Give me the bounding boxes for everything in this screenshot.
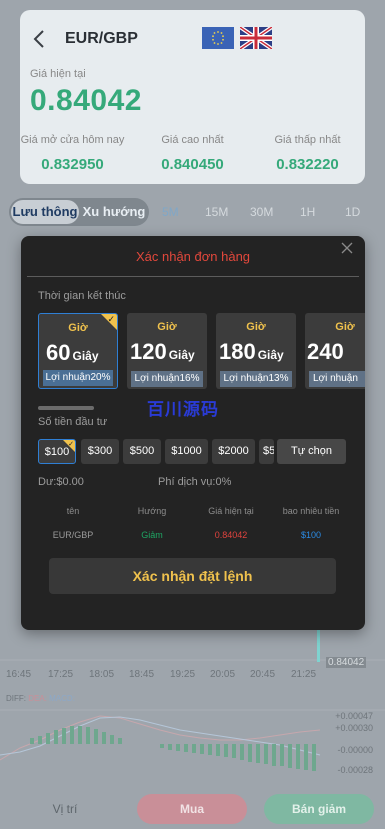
open-price-value: 0.832950 bbox=[41, 156, 104, 173]
open-price-label: Giá mở cửa hôm nay bbox=[20, 134, 125, 146]
uk-flag-icon bbox=[238, 25, 274, 51]
summary-value-amount: $100 bbox=[300, 530, 322, 540]
high-price-label: Giá cao nhất bbox=[161, 134, 224, 146]
view-segment: Lưu thông Xu hướng bbox=[9, 198, 149, 226]
time-label: 18:05 bbox=[89, 669, 115, 680]
time-option-unit: Giờ bbox=[157, 321, 177, 333]
macd-diff-label: DIFF: bbox=[6, 694, 26, 703]
amount-option-300[interactable]: $300 bbox=[81, 439, 119, 464]
watermark-text: 百川源码 bbox=[147, 400, 219, 419]
price-tag: 0.84042 bbox=[326, 657, 367, 668]
macd-legend: DIFF: DEA: MACD: bbox=[6, 694, 75, 703]
high-price-stat: Giá cao nhất 0.840450 bbox=[135, 134, 250, 173]
time-label: 17:25 bbox=[48, 669, 74, 680]
tab-circulation[interactable]: Lưu thông bbox=[11, 200, 79, 224]
amount-option-5000[interactable]: $5000 bbox=[259, 439, 274, 464]
summary-header-direction: Hướng bbox=[137, 506, 167, 516]
high-price-value: 0.840450 bbox=[161, 156, 224, 173]
latest-candle bbox=[317, 630, 320, 662]
time-label: 19:25 bbox=[170, 669, 196, 680]
low-price-stat: Giá thấp nhất 0.832220 bbox=[250, 134, 365, 173]
quote-card: EUR/GBP Giá hiện tại 0.84042 Giá mở cửa … bbox=[20, 10, 365, 184]
order-confirm-modal: Xác nhận đơn hàng Thời gian kết thúc Giờ… bbox=[21, 236, 365, 630]
summary-header-name: tên bbox=[66, 506, 80, 516]
timeframe-5m[interactable]: 5M bbox=[162, 205, 179, 219]
timeframe-1d[interactable]: 1D bbox=[345, 205, 360, 219]
summary-value-price: 0.84042 bbox=[214, 530, 248, 540]
macd-macd-label: MACD: bbox=[49, 694, 75, 703]
close-icon[interactable] bbox=[339, 240, 355, 256]
modal-divider bbox=[27, 276, 359, 277]
modal-title: Xác nhận đơn hàng bbox=[135, 249, 251, 264]
time-option-profit: Lợi nhuận bbox=[309, 371, 365, 387]
amount-option-500[interactable]: $500 bbox=[123, 439, 161, 464]
summary-header-price: Giá hiện tại bbox=[208, 506, 254, 516]
time-option-value: 60 Giây bbox=[46, 340, 99, 365]
macd-value: -0.00028 bbox=[337, 765, 373, 775]
selected-check-icon: ✓ bbox=[101, 314, 117, 330]
time-option-profit: Lợi nhuận13% bbox=[220, 371, 292, 387]
time-label: 21:25 bbox=[291, 669, 317, 680]
current-price-label: Giá hiện tại bbox=[30, 68, 86, 80]
buy-button[interactable]: Mua bbox=[137, 794, 247, 824]
timeframe-30m[interactable]: 30M bbox=[250, 205, 273, 219]
time-option-value: 120 Giây bbox=[130, 339, 195, 364]
macd-dea-label: DEA: bbox=[28, 694, 47, 703]
tab-trend[interactable]: Xu hướng bbox=[81, 200, 147, 224]
confirm-order-button[interactable]: Xác nhận đặt lệnh bbox=[49, 558, 336, 594]
time-option-60[interactable]: Giờ 60 Giây Lợi nhuận20% ✓ bbox=[38, 313, 118, 389]
sell-button[interactable]: Bán giảm bbox=[264, 794, 374, 824]
selected-check-icon: ✓ bbox=[63, 440, 75, 452]
end-time-label: Thời gian kết thúc bbox=[38, 290, 126, 302]
current-price: 0.84042 bbox=[30, 84, 142, 117]
summary-value-name: EUR/GBP bbox=[52, 530, 94, 540]
fee-text: Phí dịch vụ:0% bbox=[158, 476, 232, 488]
eu-flag-icon bbox=[202, 27, 234, 49]
time-option-180[interactable]: Giờ 180 Giây Lợi nhuận13% bbox=[216, 313, 296, 389]
low-price-label: Giá thấp nhất bbox=[274, 134, 341, 146]
open-price-stat: Giá mở cửa hôm nay 0.832950 bbox=[15, 134, 130, 173]
time-option-unit: Giờ bbox=[246, 321, 266, 333]
macd-value: +0.00030 bbox=[335, 723, 373, 733]
macd-value: +0.00047 bbox=[335, 711, 373, 721]
time-option-240[interactable]: Giờ 240 Lợi nhuận bbox=[305, 313, 365, 389]
time-option-value: 180 Giây bbox=[219, 339, 284, 364]
macd-value: -0.00000 bbox=[337, 745, 373, 755]
time-label: 20:45 bbox=[250, 669, 276, 680]
custom-amount-button[interactable]: Tự chọn bbox=[277, 439, 346, 464]
time-option-unit: Giờ bbox=[335, 321, 355, 333]
time-option-profit: Lợi nhuận16% bbox=[131, 371, 203, 387]
timeframe-15m[interactable]: 15M bbox=[205, 205, 228, 219]
summary-value-direction: Giảm bbox=[141, 530, 163, 540]
amount-option-2000[interactable]: $2000 bbox=[212, 439, 255, 464]
amount-option-1000[interactable]: $1000 bbox=[165, 439, 208, 464]
time-label: 16:45 bbox=[6, 669, 32, 680]
back-icon[interactable] bbox=[30, 28, 50, 50]
time-label: 18:45 bbox=[129, 669, 155, 680]
amount-label: Số tiền đầu tư bbox=[38, 416, 108, 428]
time-scroll-indicator[interactable] bbox=[38, 406, 94, 410]
time-option-value: 240 bbox=[307, 339, 344, 364]
amount-option-100[interactable]: $100 ✓ bbox=[38, 439, 76, 464]
time-option-120[interactable]: Giờ 120 Giây Lợi nhuận16% bbox=[127, 313, 207, 389]
summary-header-amount: bao nhiêu tiền bbox=[282, 506, 340, 516]
time-label: 20:05 bbox=[210, 669, 236, 680]
timeframe-1h[interactable]: 1H bbox=[300, 205, 315, 219]
time-option-profit: Lợi nhuận20% bbox=[43, 370, 113, 386]
balance-text: Dư:$0.00 bbox=[38, 476, 84, 488]
position-button[interactable]: Vị trí bbox=[20, 794, 110, 824]
low-price-value: 0.832220 bbox=[276, 156, 339, 173]
pair-title: EUR/GBP bbox=[65, 30, 138, 47]
